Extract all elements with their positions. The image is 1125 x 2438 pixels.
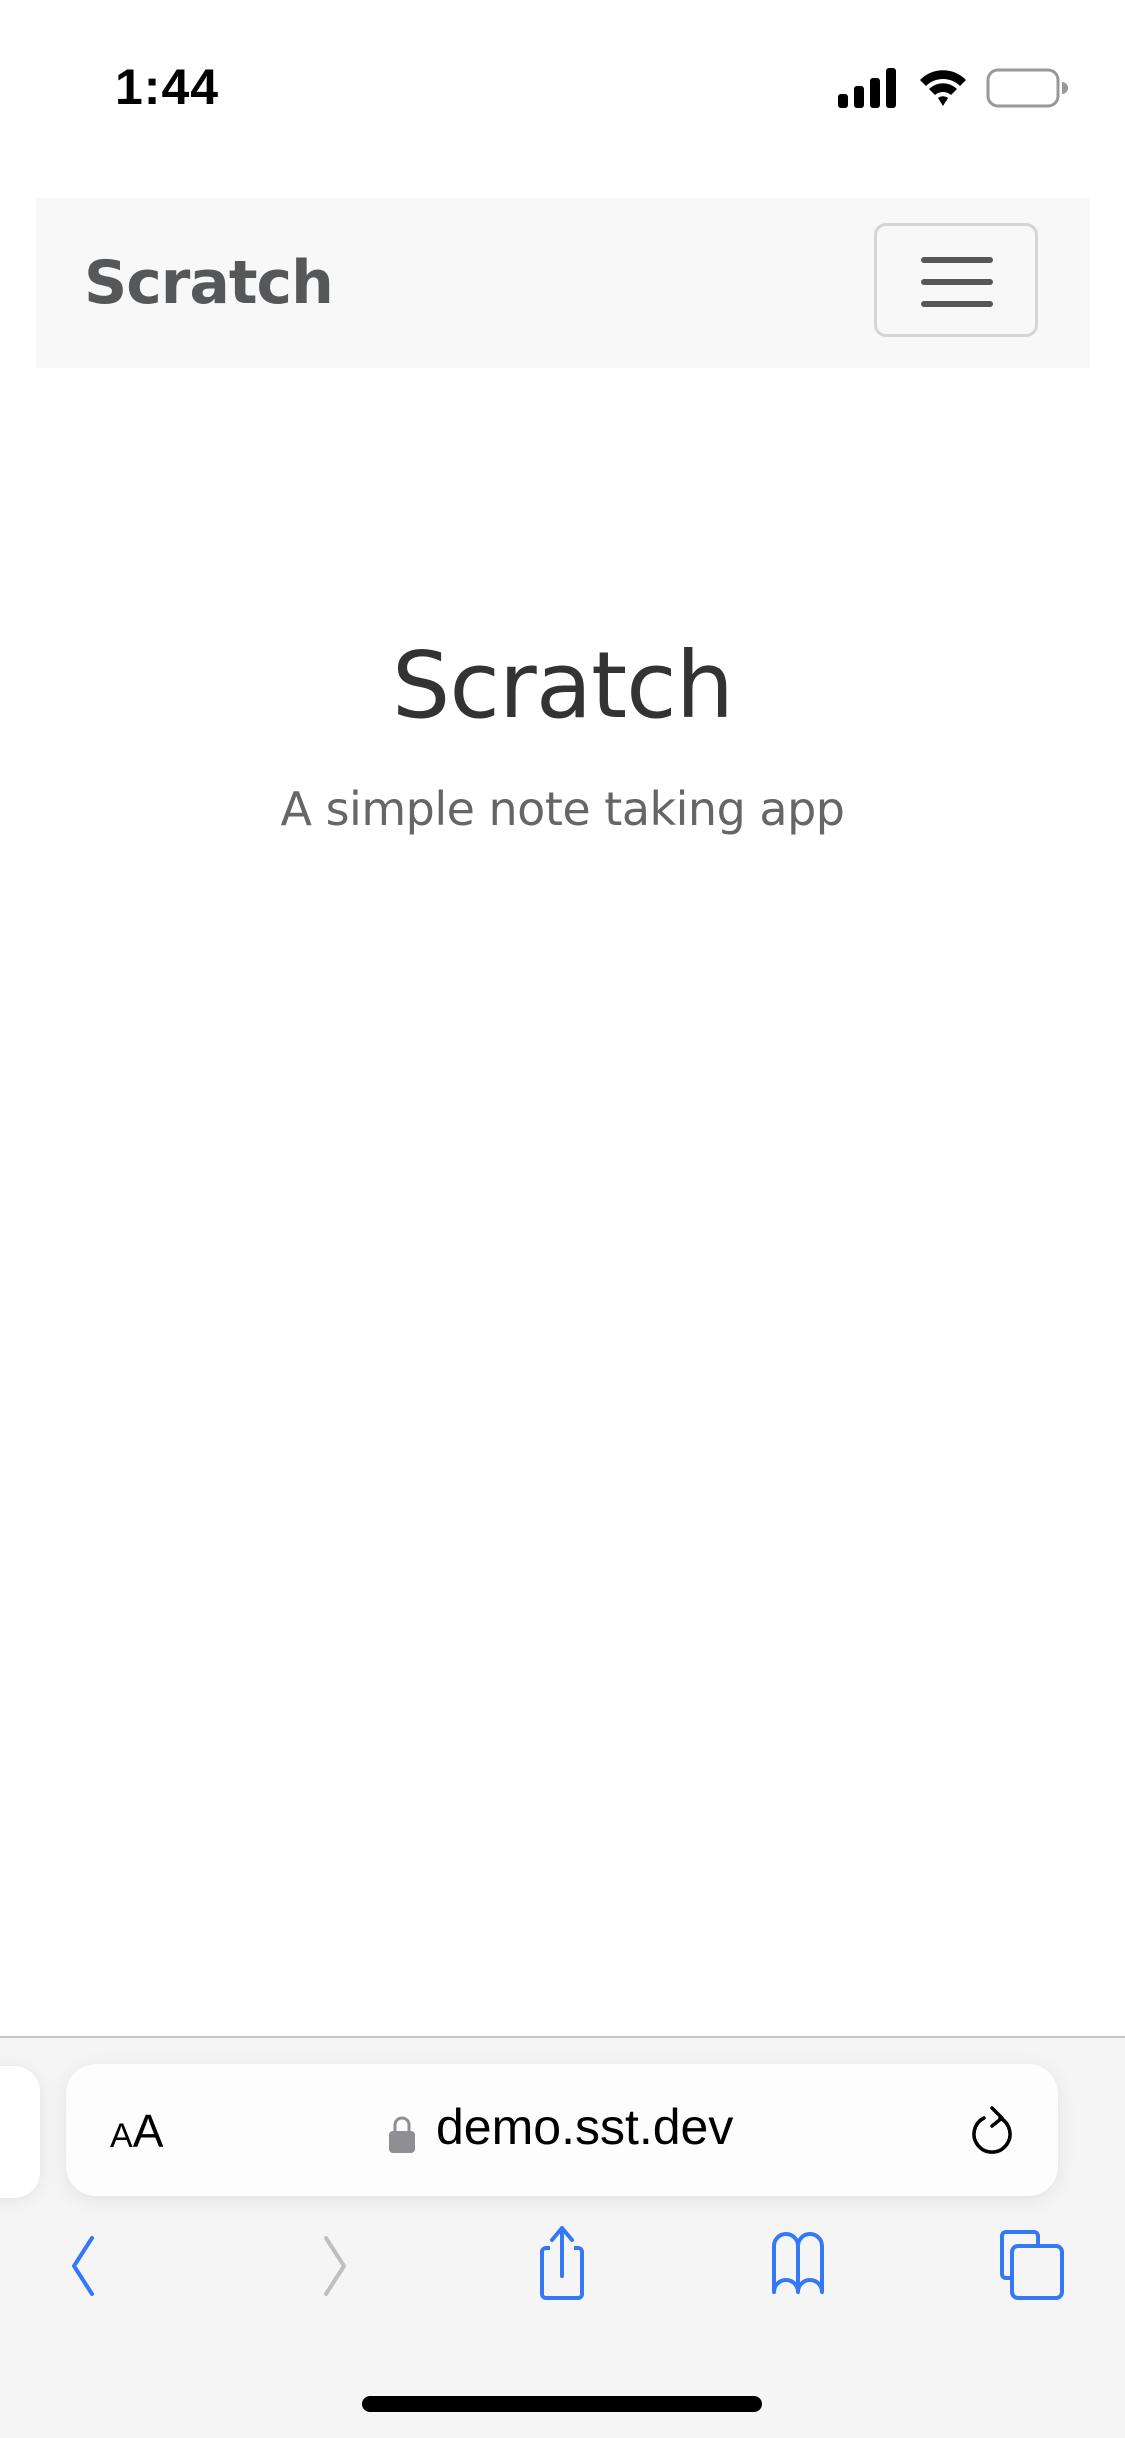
navbar: Scratch <box>36 198 1090 368</box>
previous-tab-preview[interactable] <box>0 2066 40 2198</box>
hero-title: Scratch <box>391 632 734 739</box>
bookmarks-button[interactable] <box>758 2226 838 2306</box>
lock-icon <box>389 2116 415 2153</box>
wifi-icon <box>920 70 966 106</box>
cellular-signal-icon <box>838 68 896 108</box>
status-bar: 1:44 <box>0 0 1125 180</box>
menu-toggle-button[interactable] <box>874 223 1038 337</box>
status-time: 1:44 <box>115 59 220 115</box>
tabs-button[interactable] <box>994 2226 1074 2306</box>
share-button[interactable] <box>522 2226 602 2306</box>
back-button[interactable] <box>48 2226 128 2306</box>
forward-button[interactable] <box>290 2226 370 2306</box>
home-indicator[interactable] <box>362 2396 762 2412</box>
hero-subtitle: A simple note taking app <box>280 782 845 836</box>
reload-icon[interactable] <box>964 2104 1020 2160</box>
hero: Scratch A simple note taking app <box>0 632 1125 837</box>
address-bar[interactable]: AA demo.sst.dev <box>66 2064 1058 2196</box>
text-size-button[interactable]: AA <box>110 2104 163 2158</box>
navbar-brand[interactable]: Scratch <box>84 248 334 318</box>
url-text[interactable]: demo.sst.dev <box>436 2098 733 2156</box>
battery-icon <box>986 68 1068 108</box>
